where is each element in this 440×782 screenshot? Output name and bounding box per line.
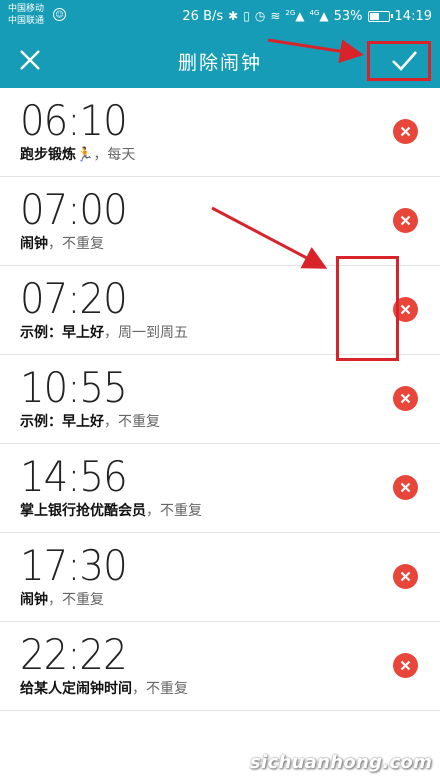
- app-screen: 中国移动 中国联通 ☺ 26 B/s ✱ ▯ ◷ ≋ 2G▲ 4G▲ 53% 1…: [0, 0, 440, 782]
- watermark: sichuanhong.com: [250, 752, 433, 773]
- arrow-to-confirm: [267, 38, 364, 64]
- annotation-arrows: [211, 38, 364, 269]
- arrow-to-delete: [211, 206, 328, 269]
